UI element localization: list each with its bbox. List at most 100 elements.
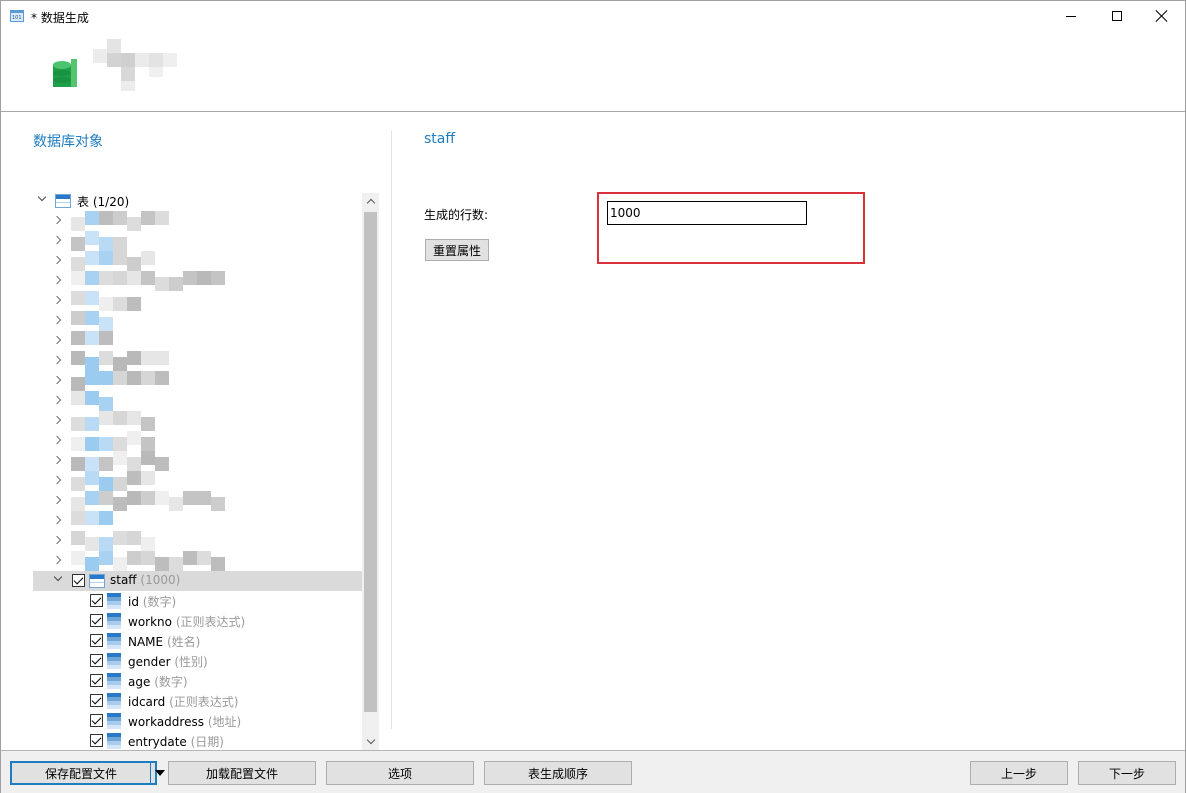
column-icon: [107, 653, 121, 669]
column-generator: (地址): [207, 715, 242, 729]
column-name: age: [128, 675, 151, 689]
tree-item-table[interactable]: [33, 211, 363, 231]
table-generation-order-button[interactable]: 表生成顺序: [484, 761, 632, 785]
column-item-name[interactable]: NAME (姓名): [33, 631, 363, 651]
tree-item-table[interactable]: [33, 471, 363, 491]
column-generator: (正则表达式): [169, 695, 239, 709]
table-icon: [55, 194, 71, 208]
column-item-id[interactable]: id (数字): [33, 591, 363, 611]
tree-item-table[interactable]: [33, 311, 363, 331]
tree-item-table[interactable]: [33, 451, 363, 471]
previous-button[interactable]: 上一步: [970, 761, 1068, 785]
column-icon: [107, 633, 121, 649]
staff-checkbox[interactable]: [72, 574, 85, 587]
chevron-right-icon[interactable]: [52, 295, 64, 307]
chevron-right-icon[interactable]: [52, 475, 64, 487]
column-item-workno[interactable]: workno (正则表达式): [33, 611, 363, 631]
staff-name: staff: [110, 573, 137, 587]
maximize-icon: [1112, 11, 1122, 21]
tree-item-table[interactable]: [33, 231, 363, 251]
chevron-down-icon[interactable]: [53, 572, 65, 584]
scroll-down-button[interactable]: [362, 733, 379, 750]
tree-item-table[interactable]: [33, 551, 363, 571]
column-label: entrydate (日期): [128, 733, 224, 750]
scroll-thumb[interactable]: [364, 212, 377, 712]
tree-item-table[interactable]: [33, 331, 363, 351]
tree-item-table[interactable]: [33, 271, 363, 291]
column-name: NAME: [128, 635, 164, 649]
chevron-right-icon[interactable]: [52, 515, 64, 527]
tree-item-table[interactable]: [33, 511, 363, 531]
chevron-down-icon[interactable]: [37, 192, 49, 204]
close-icon: [1156, 10, 1168, 22]
chevron-right-icon[interactable]: [52, 555, 64, 567]
column-checkbox[interactable]: [90, 674, 103, 687]
scroll-up-button[interactable]: [362, 193, 379, 210]
chevron-right-icon[interactable]: [52, 215, 64, 227]
chevron-right-icon[interactable]: [52, 415, 64, 427]
chevron-right-icon[interactable]: [52, 355, 64, 367]
selected-table-heading: staff: [424, 131, 456, 147]
column-name: gender: [128, 655, 171, 669]
column-checkbox[interactable]: [90, 714, 103, 727]
column-generator: (数字): [142, 595, 177, 609]
column-icon: [107, 693, 121, 709]
column-checkbox[interactable]: [90, 654, 103, 667]
column-item-workaddress[interactable]: workaddress (地址): [33, 711, 363, 731]
options-button[interactable]: 选项: [326, 761, 474, 785]
tree-item-table[interactable]: [33, 431, 363, 451]
save-profile-label: 保存配置文件: [44, 766, 117, 781]
tree-item-table[interactable]: [33, 411, 363, 431]
column-checkbox[interactable]: [90, 694, 103, 707]
column-checkbox[interactable]: [90, 594, 103, 607]
minimize-button[interactable]: [1048, 1, 1094, 31]
chevron-right-icon[interactable]: [52, 495, 64, 507]
tree-item-table[interactable]: [33, 531, 363, 551]
chevron-right-icon[interactable]: [52, 275, 64, 287]
column-item-age[interactable]: age (数字): [33, 671, 363, 691]
column-label: gender (性别): [128, 653, 208, 670]
tree-item-table[interactable]: [33, 291, 363, 311]
tree-scrollbar[interactable]: [362, 193, 379, 750]
load-profile-button[interactable]: 加载配置文件: [168, 761, 316, 785]
panel-divider: [391, 131, 392, 729]
close-button[interactable]: [1139, 1, 1185, 31]
chevron-right-icon[interactable]: [52, 395, 64, 407]
column-item-gender[interactable]: gender (性别): [33, 651, 363, 671]
column-checkbox[interactable]: [90, 734, 103, 747]
chevron-right-icon[interactable]: [52, 455, 64, 467]
column-checkbox[interactable]: [90, 634, 103, 647]
tree-item-staff[interactable]: staff (1000): [33, 571, 363, 591]
data-generation-window: 101 * 数据生成 数据库对象 表 (1/20) staff (1000) i…: [0, 0, 1186, 793]
column-label: workno (正则表达式): [128, 613, 245, 630]
chevron-right-icon[interactable]: [52, 375, 64, 387]
chevron-right-icon[interactable]: [52, 435, 64, 447]
tree-root-tables[interactable]: 表 (1/20): [33, 191, 363, 211]
column-label: idcard (正则表达式): [128, 693, 238, 710]
tree-item-table[interactable]: [33, 251, 363, 271]
chevron-right-icon[interactable]: [52, 315, 64, 327]
column-item-entrydate[interactable]: entrydate (日期): [33, 731, 363, 751]
database-object-tree[interactable]: 表 (1/20) staff (1000) id (数字) workno (正则表…: [33, 191, 379, 751]
tree-item-table[interactable]: [33, 491, 363, 511]
chevron-right-icon[interactable]: [52, 335, 64, 347]
tables-label: 表: [77, 195, 90, 209]
save-profile-dropdown[interactable]: [150, 763, 168, 783]
tree-item-table[interactable]: [33, 391, 363, 411]
tree-item-table[interactable]: [33, 371, 363, 391]
reset-properties-button[interactable]: 重置属性: [425, 239, 489, 261]
database-generate-icon: [53, 59, 77, 87]
chevron-down-icon: [366, 735, 375, 745]
chevron-right-icon[interactable]: [52, 235, 64, 247]
column-item-idcard[interactable]: idcard (正则表达式): [33, 691, 363, 711]
highlight-annotation: [597, 192, 865, 264]
tree-item-table[interactable]: [33, 351, 363, 371]
maximize-button[interactable]: [1094, 1, 1140, 31]
save-profile-button[interactable]: 保存配置文件: [10, 761, 165, 785]
column-checkbox[interactable]: [90, 614, 103, 627]
column-generator: (数字): [154, 675, 188, 689]
chevron-right-icon[interactable]: [52, 255, 64, 267]
minimize-icon: [1066, 15, 1076, 17]
next-button[interactable]: 下一步: [1078, 761, 1176, 785]
chevron-right-icon[interactable]: [52, 535, 64, 547]
